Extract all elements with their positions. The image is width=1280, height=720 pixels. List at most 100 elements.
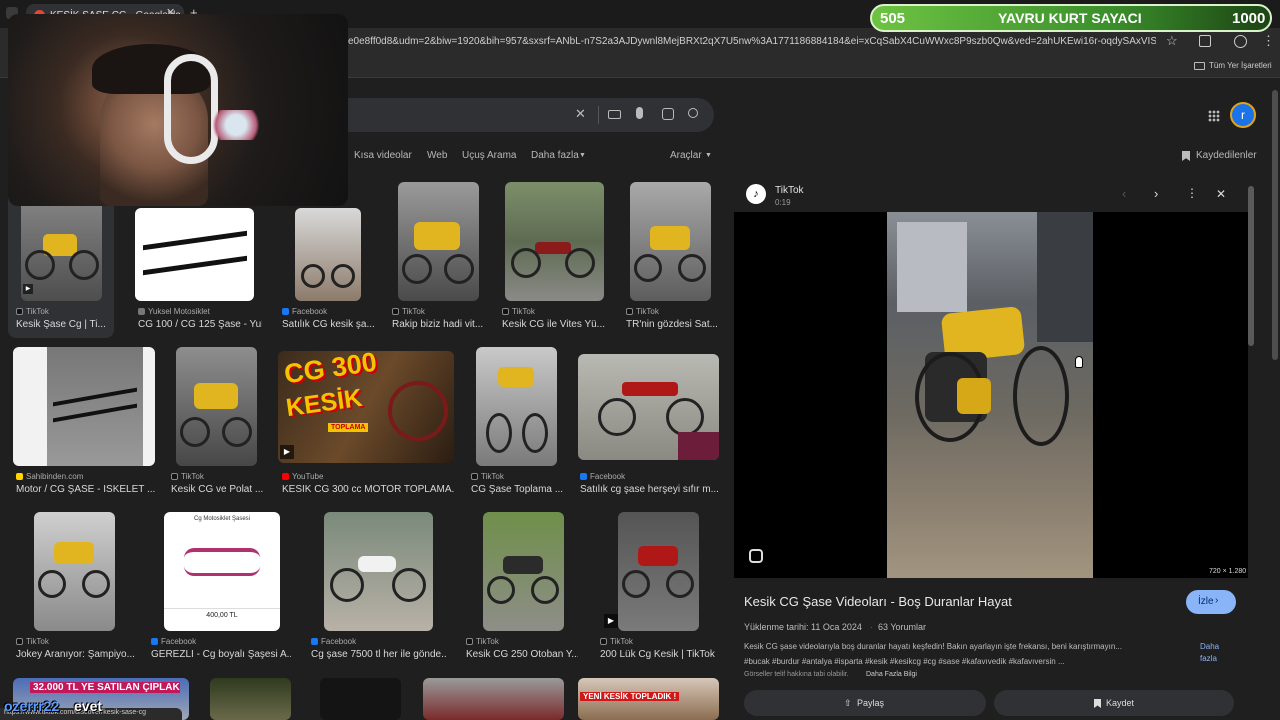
panel-source[interactable]: TikTok bbox=[775, 185, 804, 196]
chevron-right-icon: › bbox=[1215, 595, 1219, 606]
prev-arrow-icon[interactable]: ‹ bbox=[1122, 186, 1126, 201]
more-link[interactable]: Daha fazla bbox=[1200, 641, 1232, 665]
result-caption[interactable]: Cg şase 7500 tl her ile gönde... bbox=[311, 649, 447, 660]
bookmark-star-icon[interactable]: ☆ bbox=[1166, 33, 1178, 49]
thumb-banner: YENİ KESİK TOPLADIK ! bbox=[580, 692, 680, 701]
result-caption[interactable]: TR'nin gözdesi Sat... bbox=[626, 319, 718, 330]
account-avatar[interactable]: r bbox=[1230, 102, 1256, 128]
nav-flights[interactable]: Uçuş Arama bbox=[462, 150, 516, 161]
nav-tools[interactable]: Araçlar bbox=[670, 150, 702, 161]
result-image[interactable] bbox=[423, 678, 564, 720]
tiktok-icon bbox=[466, 638, 473, 645]
result-image[interactable] bbox=[505, 182, 604, 301]
tiktok-icon bbox=[600, 638, 607, 645]
result-source: TikTok bbox=[181, 472, 204, 481]
tiktok-icon bbox=[16, 638, 23, 645]
extensions-icon[interactable] bbox=[1199, 35, 1211, 47]
result-caption[interactable]: Motor / CG ŞASE - İSKELET ... bbox=[16, 484, 156, 495]
result-caption[interactable]: CG 100 / CG 125 Şase - Yuks... bbox=[138, 319, 262, 330]
result-source: Yuksel Motosiklet bbox=[148, 307, 210, 316]
result-caption[interactable]: GEREZLİ - Cg boyalı Şaşesi A... bbox=[151, 649, 291, 660]
url-field[interactable]: e0e8ff0d8&udm=2&biw=1920&bih=957&sxsrf=A… bbox=[348, 36, 1156, 47]
result-image[interactable] bbox=[630, 182, 711, 301]
tiktok-icon bbox=[16, 308, 23, 315]
result-image[interactable] bbox=[483, 512, 564, 631]
browser-menu-icon[interactable]: ⋮ bbox=[1262, 33, 1275, 49]
motorcycle-tank bbox=[535, 242, 571, 254]
result-image[interactable]: CG 300 KESİK TOPLAMA ▶ bbox=[278, 351, 454, 463]
result-caption[interactable]: 200 Lük Cg Kesik | TikTok bbox=[600, 649, 718, 660]
upload-date: Yüklenme tarihi: 11 Oca 2024 bbox=[744, 622, 862, 632]
sahibinden-icon bbox=[16, 473, 23, 480]
result-caption[interactable]: Satılık cg şase herşeyi sıfır m... bbox=[580, 484, 718, 495]
wheel bbox=[634, 254, 662, 282]
wheel bbox=[402, 254, 432, 284]
more-info-link[interactable]: Daha Fazla Bilgi bbox=[866, 671, 917, 678]
profile-icon[interactable] bbox=[1234, 35, 1247, 48]
chat-username: ozerrr22 bbox=[4, 698, 60, 714]
result-image[interactable] bbox=[320, 678, 401, 720]
result-caption[interactable]: Kesik CG ile Vites Yü... bbox=[502, 319, 606, 330]
preview-image[interactable] bbox=[887, 212, 1093, 578]
search-icon[interactable] bbox=[688, 108, 698, 118]
wheel bbox=[222, 417, 252, 447]
panel-scrollbar[interactable] bbox=[1248, 186, 1254, 346]
counter-current: 505 bbox=[880, 10, 906, 27]
result-image[interactable] bbox=[618, 512, 699, 631]
result-caption[interactable]: Kesik Şase Cg | Ti... bbox=[16, 319, 108, 330]
wheel bbox=[1013, 346, 1069, 446]
result-image[interactable] bbox=[324, 512, 433, 631]
result-source: Sahibinden.com bbox=[26, 472, 84, 481]
saved-link[interactable]: Kaydedilenler bbox=[1196, 150, 1257, 161]
wheel bbox=[486, 413, 512, 453]
result-caption[interactable]: Rakip biziz hadi vit... bbox=[392, 319, 488, 330]
nav-web[interactable]: Web bbox=[427, 150, 447, 161]
nav-short-videos[interactable]: Kısa videolar bbox=[354, 150, 412, 161]
result-image[interactable] bbox=[398, 182, 479, 301]
result-caption[interactable]: Kesik CG ve Polat ... bbox=[171, 484, 263, 495]
result-source: Facebook bbox=[590, 472, 626, 481]
nav-more[interactable]: Daha fazla bbox=[531, 150, 579, 161]
more-options-icon[interactable]: ⋮ bbox=[1186, 186, 1198, 200]
search-box[interactable] bbox=[300, 98, 714, 132]
headphones-icon bbox=[164, 54, 218, 164]
result-image[interactable] bbox=[13, 347, 155, 466]
result-image[interactable] bbox=[34, 512, 115, 631]
motorcycle-tank bbox=[414, 222, 460, 250]
all-bookmarks-link[interactable]: Tüm Yer İşaretleri bbox=[1209, 61, 1272, 70]
motorcycle-tank bbox=[638, 546, 678, 566]
result-image[interactable] bbox=[210, 678, 291, 720]
chevron-down-icon: ▼ bbox=[579, 152, 586, 159]
lens-icon[interactable] bbox=[662, 108, 674, 120]
page-scrollbar[interactable] bbox=[1272, 90, 1278, 360]
copyright-note: Görseller telif hakkına tabi olabilir. bbox=[744, 671, 849, 678]
separator-dot: · bbox=[870, 623, 873, 632]
tiktok-icon bbox=[392, 308, 399, 315]
microphone-icon[interactable] bbox=[636, 107, 643, 119]
wheel bbox=[666, 570, 694, 598]
result-image[interactable]: Cg Motosiklet Şasesi 400,00 TL bbox=[164, 512, 280, 631]
youtube-icon bbox=[282, 473, 289, 480]
close-panel-icon[interactable]: ✕ bbox=[1216, 187, 1226, 201]
result-caption[interactable]: Jokey Aranıyor: Şampiyo... bbox=[16, 649, 134, 660]
result-caption[interactable]: Satılık CG kesik şa... bbox=[282, 319, 374, 330]
result-image[interactable] bbox=[578, 354, 719, 460]
wheel bbox=[622, 570, 650, 598]
visit-label: İzle bbox=[1198, 596, 1214, 607]
keyboard-icon[interactable] bbox=[608, 110, 621, 119]
result-caption[interactable]: KESİK CG 300 cc MOTOR TOPLAMA... bbox=[282, 484, 454, 495]
result-caption[interactable]: Kesik CG 250 Otoban Y... bbox=[466, 649, 578, 660]
hashtag-line: #bucak #burdur #antalya #isparta #kesik … bbox=[744, 657, 1065, 666]
lens-search-icon[interactable] bbox=[749, 549, 763, 563]
result-image[interactable] bbox=[176, 347, 257, 466]
wheel bbox=[180, 417, 210, 447]
panel-title[interactable]: Kesik CG Şase Videoları - Boş Duranlar H… bbox=[744, 594, 1012, 609]
apps-grid-icon[interactable] bbox=[1208, 110, 1220, 122]
next-arrow-icon[interactable]: › bbox=[1154, 186, 1158, 201]
result-caption[interactable]: CG Şase Toplama ... bbox=[471, 484, 563, 495]
clear-search-icon[interactable]: ✕ bbox=[575, 106, 586, 122]
result-image[interactable] bbox=[295, 208, 361, 301]
result-image[interactable] bbox=[135, 208, 254, 301]
wheel bbox=[666, 398, 704, 436]
result-image[interactable] bbox=[476, 347, 557, 466]
